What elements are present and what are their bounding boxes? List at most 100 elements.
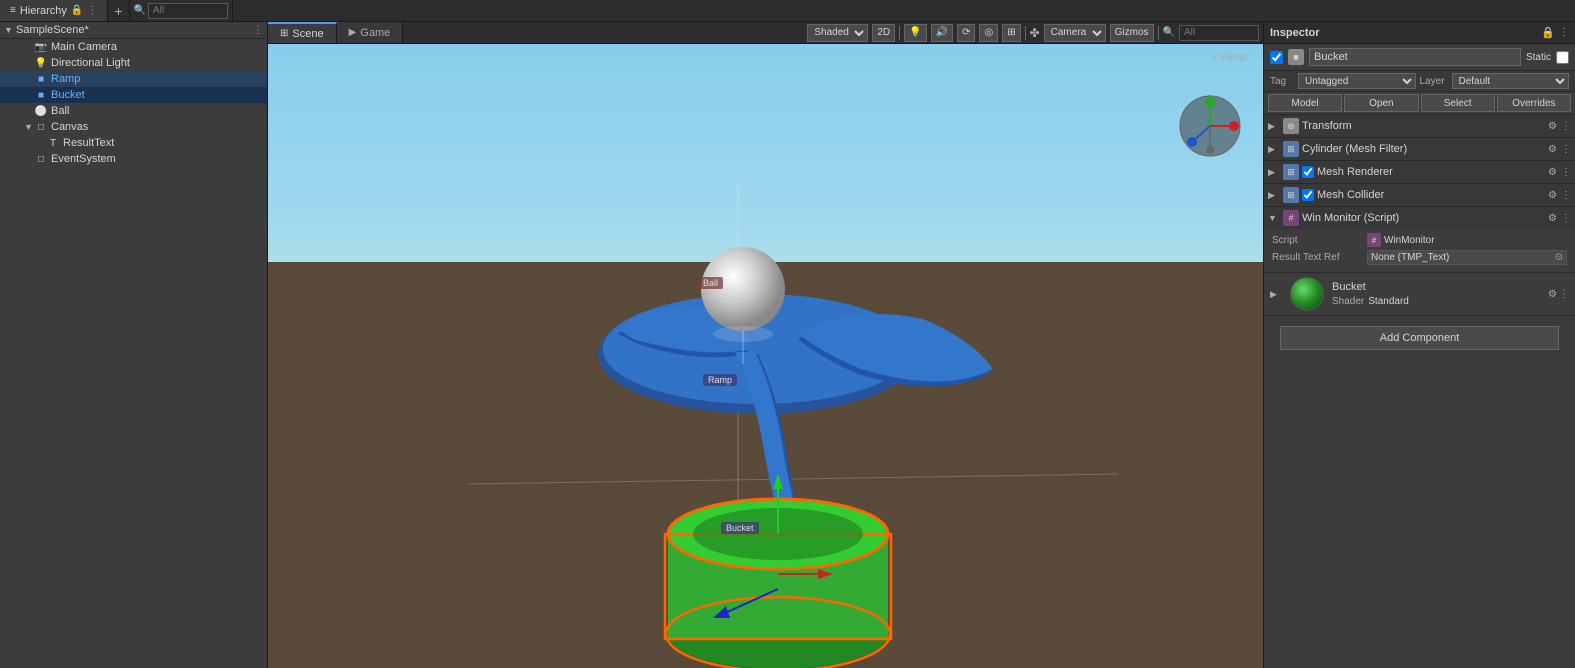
result-text-value-container[interactable]: None (TMP_Text) ⊙ (1367, 250, 1567, 265)
mesh-filter-settings-icon[interactable]: ⚙ (1548, 144, 1557, 155)
scene-menu-icon[interactable]: ⋮ (253, 25, 263, 36)
toolbar-separator (899, 26, 900, 40)
mesh-renderer-settings-icon[interactable]: ⚙ (1548, 167, 1557, 178)
hierarchy-tab[interactable]: ≡ Hierarchy 🔒 ⋮ (0, 0, 108, 21)
scene-expand-icon: ▼ (4, 25, 16, 35)
object-name-bar: ■ Static (1264, 44, 1575, 71)
toggle-2d-button[interactable]: 2D (872, 24, 895, 42)
item-label: Bucket (51, 89, 85, 101)
result-text-circle-icon[interactable]: ⊙ (1555, 252, 1563, 263)
add-component-container: Add Component (1264, 316, 1575, 360)
item-label: Ball (51, 105, 69, 117)
mesh-filter-header[interactable]: ▶ ⊞ Cylinder (Mesh Filter) ⚙ ⋮ (1264, 138, 1575, 160)
mesh-collider-icon: ⊞ (1283, 187, 1299, 203)
static-label: Static (1526, 52, 1551, 63)
mesh-renderer-menu-icon[interactable]: ⋮ (1561, 167, 1571, 178)
object-name-input[interactable] (1309, 48, 1521, 66)
lock-inspector-icon[interactable]: 🔒 (1541, 26, 1555, 39)
item-label: EventSystem (51, 153, 116, 165)
expand-icon: ▶ (24, 42, 34, 53)
inspector-menu-icon[interactable]: ⋮ (1559, 27, 1569, 38)
material-preview (1290, 277, 1324, 311)
object-active-checkbox[interactable] (1270, 51, 1283, 64)
scene-viewport[interactable]: Ball Ramp Bucket < Persp (268, 44, 1263, 668)
layer-label: Layer (1420, 76, 1448, 87)
mesh-collider-checkbox[interactable] (1302, 189, 1314, 201)
view-icon: ✤ (1030, 26, 1040, 40)
gizmos-button[interactable]: Gizmos (1110, 24, 1154, 42)
lock-icon: 🔒 (71, 5, 83, 16)
audio-toggle-btn[interactable]: 🔊 (931, 24, 953, 42)
shader-value: Standard (1368, 296, 1409, 307)
win-monitor-header[interactable]: ▼ # Win Monitor (Script) ⚙ ⋮ (1264, 207, 1575, 229)
material-settings-icon[interactable]: ⚙ (1548, 289, 1557, 300)
cube-icon: ■ (34, 72, 48, 86)
select-button[interactable]: Select (1421, 94, 1495, 112)
layer-dropdown[interactable]: Default (1452, 73, 1570, 89)
list-item[interactable]: ▶ T ResultText (0, 135, 267, 151)
effects-toggle-btn[interactable]: ⟳ (957, 24, 975, 42)
tab-game[interactable]: ▶ Game (337, 22, 404, 43)
hierarchy-search-area: 🔍 (130, 0, 233, 21)
material-menu-icon[interactable]: ⋮ (1559, 289, 1569, 300)
tag-dropdown[interactable]: Untagged (1298, 73, 1416, 89)
result-text-label: Result Text Ref (1272, 252, 1367, 263)
win-monitor-settings-icon[interactable]: ⚙ (1548, 213, 1557, 224)
list-item[interactable]: ▶ ■ Ramp (0, 71, 267, 87)
expand-icon: ▶ (36, 138, 46, 149)
mesh-collider-header[interactable]: ▶ ⊞ Mesh Collider ⚙ ⋮ (1264, 184, 1575, 206)
cube-icon: ■ (34, 88, 48, 102)
transform-menu-icon[interactable]: ⋮ (1561, 121, 1571, 132)
open-button[interactable]: Open (1344, 94, 1418, 112)
tab-scene[interactable]: ⊞ Scene (268, 22, 337, 43)
expand-icon: ▶ (24, 74, 34, 85)
material-name: Bucket (1332, 281, 1540, 293)
result-text-field-row: Result Text Ref None (TMP_Text) ⊙ (1272, 250, 1567, 265)
gizmo-widget[interactable]: Y (1178, 94, 1243, 159)
mesh-collider-expand-icon: ▶ (1268, 190, 1280, 201)
hierarchy-add-button[interactable]: + (108, 0, 129, 21)
win-monitor-icon: # (1283, 210, 1299, 226)
mesh-renderer-name: Mesh Renderer (1317, 166, 1548, 178)
list-item[interactable]: ▶ 📷 Main Camera (0, 39, 267, 55)
scene-tab-bar: ⊞ Scene ▶ Game Shaded 2D 💡 🔊 (268, 22, 1263, 44)
mesh-renderer-checkbox[interactable] (1302, 166, 1314, 178)
mesh-filter-name: Cylinder (Mesh Filter) (1302, 143, 1548, 155)
grid-toggle-btn[interactable]: ⊞ (1002, 24, 1020, 42)
win-monitor-menu-icon[interactable]: ⋮ (1561, 213, 1571, 224)
shading-mode-dropdown[interactable]: Shaded (807, 24, 868, 42)
overrides-button[interactable]: Overrides (1497, 94, 1571, 112)
item-label: Main Camera (51, 41, 117, 53)
scene-search-input[interactable] (1179, 25, 1259, 41)
transform-header[interactable]: ▶ ⊕ Transform ⚙ ⋮ (1264, 115, 1575, 137)
sky-background (268, 44, 1263, 269)
search-icon: 🔍 (134, 5, 146, 16)
expand-icon: ▼ (24, 122, 34, 132)
model-button[interactable]: Model (1268, 94, 1342, 112)
game-icon: ▶ (349, 27, 357, 38)
list-item[interactable]: ▶ ■ Bucket (0, 87, 267, 103)
sphere-icon: ⚪ (34, 104, 48, 118)
transform-settings-icon[interactable]: ⚙ (1548, 121, 1557, 132)
scene-name-item[interactable]: ▼ SampleScene* ⋮ (0, 22, 267, 39)
component-win-monitor: ▼ # Win Monitor (Script) ⚙ ⋮ Script # Wi… (1264, 207, 1575, 273)
hierarchy-search-input[interactable] (148, 3, 228, 19)
mesh-filter-menu-icon[interactable]: ⋮ (1561, 144, 1571, 155)
hierarchy-panel: ▼ SampleScene* ⋮ ▶ 📷 Main Camera ▶ (0, 22, 268, 668)
add-component-button[interactable]: Add Component (1280, 326, 1559, 350)
light-toggle-btn[interactable]: 💡 (904, 24, 926, 42)
mesh-collider-menu-icon[interactable]: ⋮ (1561, 190, 1571, 201)
list-item[interactable]: ▶ 💡 Directional Light (0, 55, 267, 71)
search-icon2: 🔍 (1163, 27, 1175, 38)
list-item[interactable]: ▶ □ EventSystem (0, 151, 267, 167)
material-row: ▶ Bucket Shader Standard ⚙ ⋮ (1270, 277, 1569, 311)
list-item[interactable]: ▶ ⚪ Ball (0, 103, 267, 119)
list-item[interactable]: ▼ □ Canvas (0, 119, 267, 135)
mesh-renderer-header[interactable]: ▶ ⊞ Mesh Renderer ⚙ ⋮ (1264, 161, 1575, 183)
static-checkbox[interactable] (1556, 51, 1569, 64)
text-icon: T (46, 136, 60, 150)
layers-toggle-btn[interactable]: ◎ (979, 24, 998, 42)
mesh-collider-settings-icon[interactable]: ⚙ (1548, 190, 1557, 201)
camera-dropdown[interactable]: Camera (1044, 24, 1106, 42)
item-label: Canvas (51, 121, 88, 133)
